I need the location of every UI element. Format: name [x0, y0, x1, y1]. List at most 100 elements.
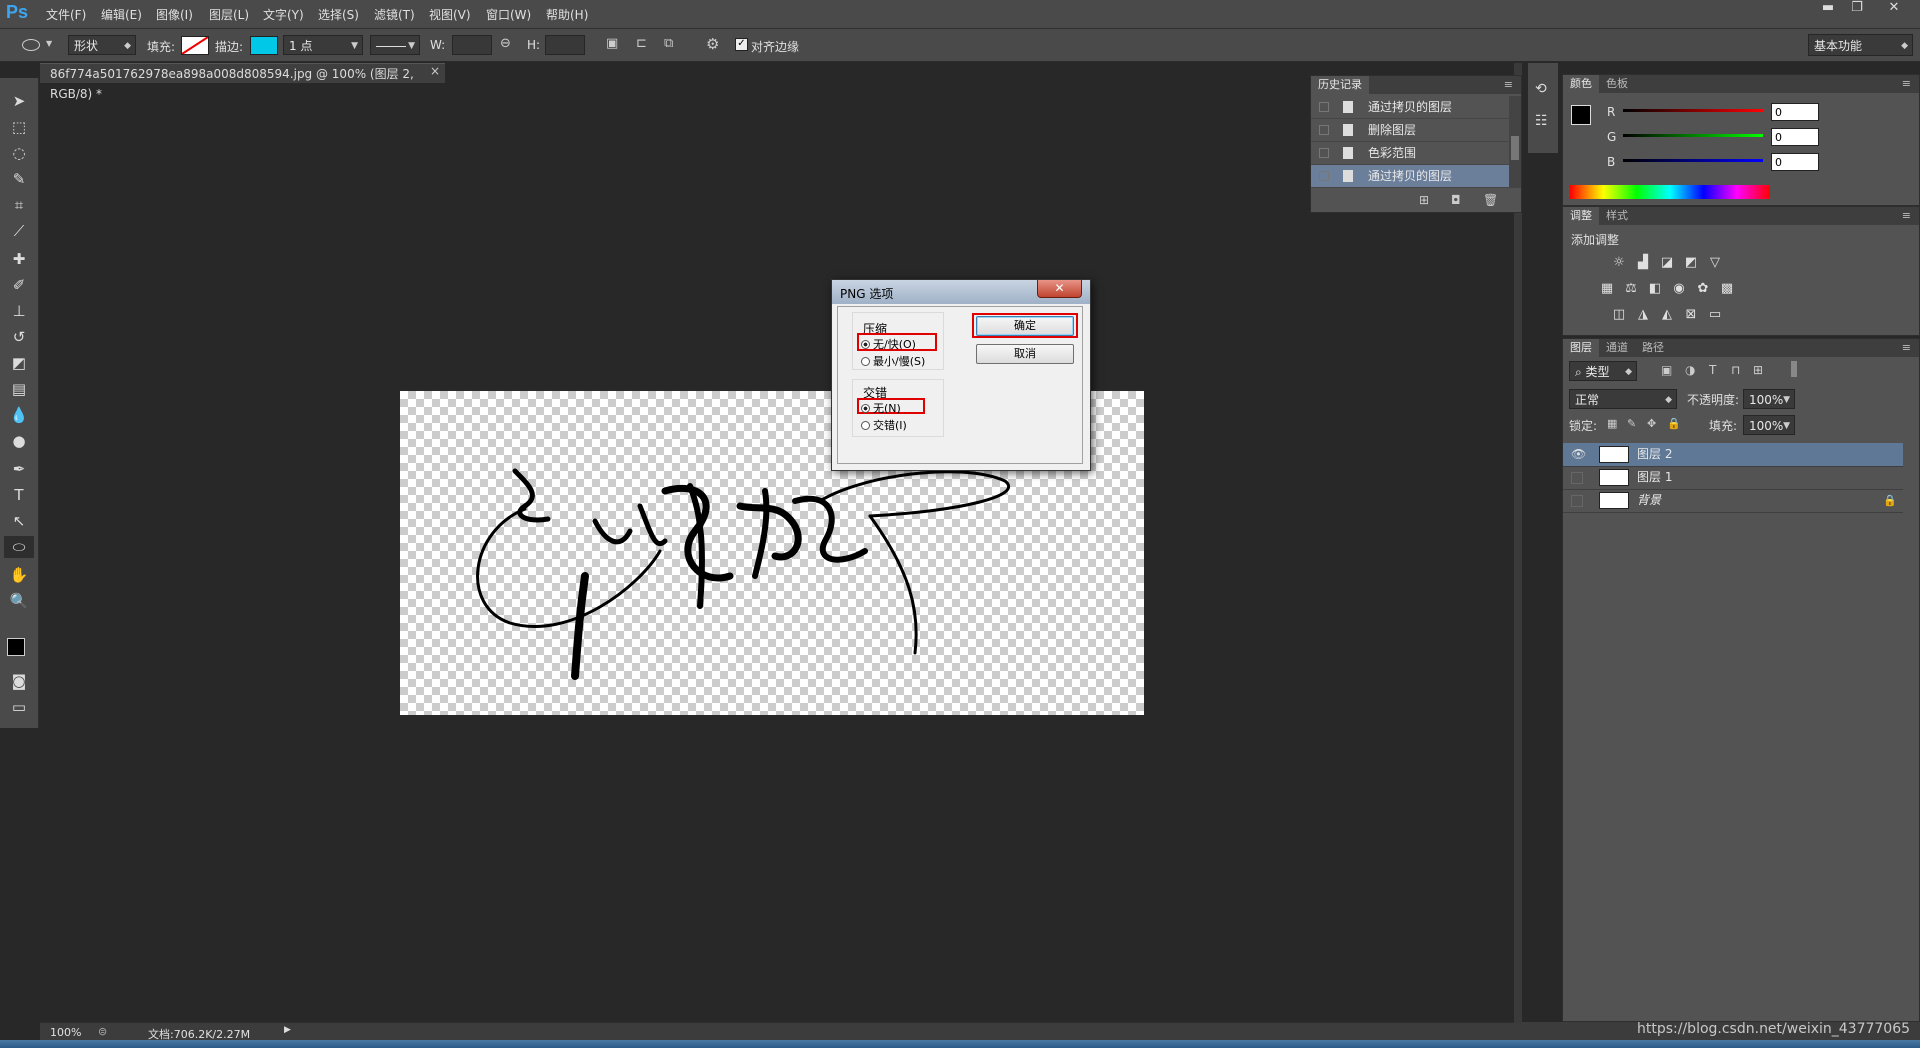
dodge-tool-icon[interactable]: ●	[4, 430, 34, 452]
exposure-icon[interactable]: ◩	[1683, 255, 1699, 271]
history-item[interactable]: 色彩范围	[1311, 142, 1521, 165]
new-document-from-state-icon[interactable]: ⊞	[1419, 193, 1429, 207]
cancel-button[interactable]: 取消	[976, 344, 1074, 364]
channel-mixer-icon[interactable]: ✿	[1695, 281, 1711, 297]
type-tool-icon[interactable]: T	[4, 484, 34, 506]
filter-pixel-icon[interactable]: ▣	[1661, 363, 1672, 377]
tab-channels[interactable]: 通道	[1599, 339, 1635, 357]
quick-selection-tool-icon[interactable]: ✎	[4, 168, 34, 190]
filter-toggle[interactable]	[1791, 361, 1797, 377]
restore-button[interactable]: ❐	[1843, 0, 1871, 18]
blur-tool-icon[interactable]: 💧	[4, 404, 34, 426]
fill-swatch[interactable]	[181, 36, 209, 55]
pen-tool-icon[interactable]: ✒	[4, 458, 34, 480]
history-item[interactable]: 删除图层	[1311, 119, 1521, 142]
foreground-color-swatch[interactable]	[7, 638, 25, 656]
tab-adjustments[interactable]: 调整	[1563, 207, 1599, 225]
red-slider[interactable]	[1623, 109, 1763, 112]
path-arrangement-icon[interactable]: ⧉	[664, 36, 673, 51]
compression-smallest-radio[interactable]: 最小/慢(S)	[861, 353, 925, 369]
ellipse-tool-preset-icon[interactable]	[22, 39, 40, 51]
levels-icon[interactable]: ▟	[1635, 255, 1651, 271]
layer-row[interactable]: 背景 🔒	[1563, 489, 1903, 513]
tab-layers[interactable]: 图层	[1563, 339, 1599, 357]
compression-none-radio[interactable]: 无/快(O)	[861, 336, 916, 352]
dialog-title-bar[interactable]: PNG 选项 ✕	[832, 280, 1090, 304]
menu-select[interactable]: 选择(S)	[318, 6, 359, 23]
trash-icon[interactable]: 🗑	[1483, 193, 1498, 207]
properties-icon[interactable]: ☷	[1535, 113, 1548, 129]
red-value-input[interactable]: 0	[1771, 103, 1819, 121]
photo-filter-icon[interactable]: ◉	[1671, 281, 1687, 297]
interlace-radio[interactable]: 交错(I)	[861, 417, 907, 433]
path-alignment-icon[interactable]: ⊏	[636, 36, 647, 51]
menu-filter[interactable]: 滤镜(T)	[374, 6, 415, 23]
height-input[interactable]	[545, 35, 585, 55]
opacity-input[interactable]: 100% ▼	[1743, 389, 1795, 409]
lock-image-icon[interactable]: ✎	[1627, 417, 1636, 430]
panel-menu-icon[interactable]: ≡	[1902, 339, 1911, 357]
brush-tool-icon[interactable]: ✐	[4, 274, 34, 296]
panel-menu-icon[interactable]: ≡	[1504, 76, 1513, 94]
menu-file[interactable]: 文件(F)	[46, 6, 86, 23]
selective-color-icon[interactable]: ⊠	[1683, 307, 1699, 323]
history-item[interactable]: 通过拷贝的图层	[1311, 96, 1521, 119]
minimize-button[interactable]: ▬	[1814, 0, 1842, 18]
tab-swatches[interactable]: 色板	[1599, 75, 1635, 93]
gear-icon[interactable]: ⚙	[706, 35, 719, 53]
visibility-toggle[interactable]	[1571, 495, 1583, 507]
foreground-color-swatch[interactable]	[1571, 105, 1591, 125]
ellipse-tool-icon[interactable]: ⬭	[4, 536, 34, 558]
lock-all-icon[interactable]: 🔒	[1667, 417, 1681, 430]
posterize-icon[interactable]: ◮	[1635, 307, 1651, 323]
close-window-button[interactable]: ✕	[1880, 0, 1908, 18]
play-arrow-icon[interactable]: ▶	[284, 1025, 291, 1035]
move-tool-icon[interactable]: ➤	[4, 90, 34, 112]
close-document-icon[interactable]: ×	[430, 64, 440, 78]
zoom-tool-icon[interactable]: 🔍	[4, 590, 34, 612]
snapshot-icon[interactable]: ◘	[1451, 193, 1461, 207]
healing-brush-tool-icon[interactable]: ✚	[4, 248, 34, 270]
marquee-tool-icon[interactable]: ⬚	[4, 116, 34, 138]
eyedropper-tool-icon[interactable]: ⟋	[4, 220, 34, 242]
menu-window[interactable]: 窗口(W)	[486, 6, 531, 23]
path-operations-icon[interactable]: ▣	[606, 36, 618, 51]
history-icon[interactable]: ⟲	[1535, 81, 1547, 97]
tab-history[interactable]: 历史记录	[1311, 76, 1369, 94]
invert-icon[interactable]: ◫	[1611, 307, 1627, 323]
panel-menu-icon[interactable]: ≡	[1902, 75, 1911, 93]
hand-tool-icon[interactable]: ✋	[4, 564, 34, 586]
link-icon[interactable]: ⊖	[500, 36, 511, 51]
tab-color[interactable]: 颜色	[1563, 75, 1599, 93]
menu-type[interactable]: 文字(Y)	[263, 6, 304, 23]
status-menu-icon[interactable]: ⊜	[98, 1025, 107, 1038]
blue-slider[interactable]	[1623, 159, 1763, 162]
brightness-icon[interactable]: ☼	[1611, 255, 1627, 271]
black-white-icon[interactable]: ◧	[1647, 281, 1663, 297]
fill-input[interactable]: 100% ▼	[1743, 415, 1795, 435]
eraser-tool-icon[interactable]: ◩	[4, 352, 34, 374]
workspace-select[interactable]: 基本功能 ◆	[1808, 34, 1913, 56]
menu-layer[interactable]: 图层(L)	[209, 6, 249, 23]
filter-type-icon[interactable]: T	[1709, 363, 1716, 377]
path-selection-tool-icon[interactable]: ↖	[4, 510, 34, 532]
history-brush-tool-icon[interactable]: ↺	[4, 326, 34, 348]
lasso-tool-icon[interactable]: ◌	[4, 142, 34, 164]
tab-styles[interactable]: 样式	[1599, 207, 1635, 225]
stroke-swatch[interactable]	[250, 36, 278, 55]
green-slider[interactable]	[1623, 134, 1763, 137]
lock-position-icon[interactable]: ✥	[1647, 417, 1656, 430]
menu-image[interactable]: 图像(I)	[156, 6, 193, 23]
history-item-selected[interactable]: 通过拷贝的图层	[1311, 165, 1521, 188]
dialog-close-button[interactable]: ✕	[1037, 280, 1082, 298]
blue-value-input[interactable]: 0	[1771, 153, 1819, 171]
green-value-input[interactable]: 0	[1771, 128, 1819, 146]
visibility-toggle[interactable]	[1571, 472, 1583, 484]
vibrance-icon[interactable]: ▽	[1707, 255, 1723, 271]
interlace-none-radio[interactable]: 无(N)	[861, 400, 901, 416]
stroke-size-select[interactable]: 1 点 ▼	[283, 35, 363, 55]
ok-button[interactable]: 确定	[976, 316, 1074, 336]
crop-tool-icon[interactable]: ⌗	[4, 194, 34, 216]
threshold-icon[interactable]: ◭	[1659, 307, 1675, 323]
menu-edit[interactable]: 编辑(E)	[101, 6, 142, 23]
